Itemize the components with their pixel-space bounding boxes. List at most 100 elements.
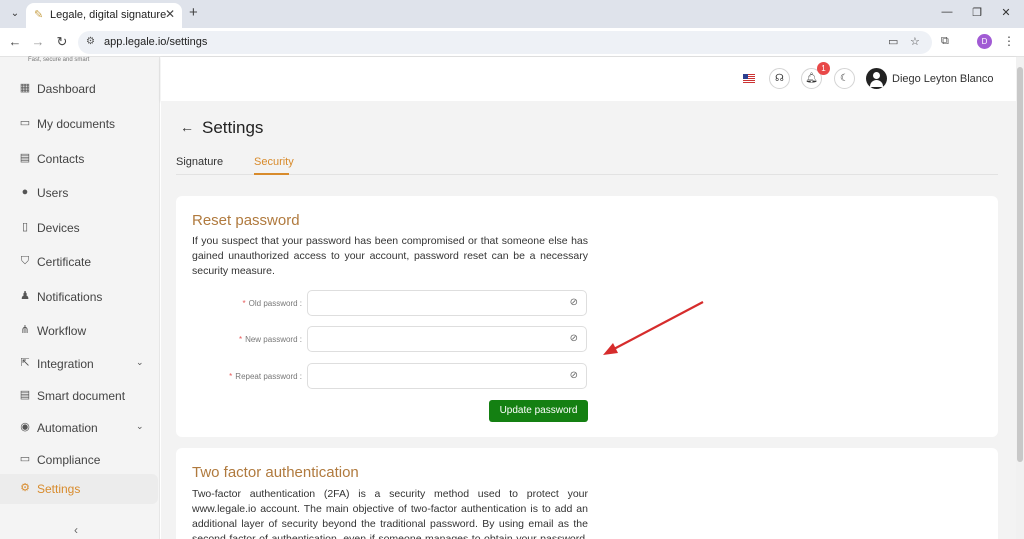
minimize-icon[interactable]: —: [940, 6, 954, 18]
sidebar-item-notifications[interactable]: ♟ Notifications: [0, 282, 158, 312]
new-tab-icon[interactable]: +: [189, 5, 198, 21]
automation-icon: ◉: [20, 421, 30, 433]
site-info-icon[interactable]: ⚙: [86, 36, 95, 47]
logo-tagline: Fast, secure and smart: [28, 57, 90, 63]
sidebar-item-label: Dashboard: [37, 82, 96, 96]
sidebar-item-label: Contacts: [37, 152, 85, 166]
reload-icon[interactable]: ↻: [54, 34, 70, 50]
bell-icon: ♟: [20, 290, 30, 302]
browser-tab[interactable]: ✎ Legale, digital signature ✕: [26, 3, 182, 28]
browser-menu-icon[interactable]: ⋮: [1003, 34, 1015, 48]
annotation-arrow-shaft: [611, 301, 704, 351]
eye-invisible-icon[interactable]: ⊘: [570, 370, 578, 381]
user-avatar[interactable]: [866, 68, 887, 89]
support-headset-icon[interactable]: ☊: [769, 68, 790, 89]
reset-password-card: Reset password If you suspect that your …: [176, 196, 998, 437]
new-password-label: * New password :: [238, 335, 302, 344]
notification-count-badge: 1: [817, 62, 830, 75]
reset-password-description: If you suspect that your password has be…: [192, 235, 588, 277]
cast-icon[interactable]: ▭: [888, 35, 898, 48]
browser-tabstrip: ⌄ ✎ Legale, digital signature ✕ + — ❐ ✕: [0, 0, 1024, 28]
app-header: ☊ 🔔︎ 1 ☾ Diego Leyton Blanco: [161, 57, 1016, 101]
folder-icon: ▭: [19, 117, 31, 129]
sidebar-item-compliance[interactable]: ▭ Compliance: [0, 445, 158, 475]
reset-password-title: Reset password: [192, 212, 300, 229]
sidebar-item-label: Certificate: [37, 255, 92, 269]
gear-icon: ⚙: [20, 482, 30, 494]
sidebar-item-label: Settings: [37, 482, 81, 496]
annotation-arrow-head: [603, 343, 618, 355]
sidebar-item-users[interactable]: ● Users: [0, 178, 158, 208]
annotation-arrow: [603, 301, 704, 355]
dashboard-icon: ▦: [19, 82, 31, 94]
restore-icon[interactable]: ❐: [970, 6, 984, 19]
address-bar[interactable]: ⚙ app.legale.io/settings ▭ ☆: [78, 31, 932, 54]
sidebar-item-label: Notifications: [37, 290, 103, 304]
sidebar: Fast, secure and smart ▦ Dashboard ▭ My doc…: [0, 57, 160, 539]
sidebar-item-settings[interactable]: ⚙ Settings: [0, 474, 158, 504]
sidebar-item-my-documents[interactable]: ▭ My documents: [0, 109, 158, 139]
forward-icon[interactable]: →: [30, 34, 46, 49]
new-password-input[interactable]: ⊘: [307, 326, 587, 352]
tab-signature[interactable]: Signature: [176, 156, 223, 168]
sidebar-item-devices[interactable]: ▯ Devices: [0, 213, 158, 243]
repeat-password-label: * Repeat password :: [229, 372, 302, 381]
sidebar-item-label: My documents: [37, 117, 116, 131]
integration-icon: ⇱: [20, 357, 30, 369]
contacts-icon: ▤: [19, 152, 31, 164]
shield-icon: ⛉: [20, 255, 30, 267]
scrollbar-thumb[interactable]: [1017, 67, 1023, 462]
active-tab-indicator: [254, 173, 289, 175]
sidebar-item-label: Smart document: [37, 389, 126, 403]
legale-favicon-icon: ✎: [34, 9, 44, 21]
sidebar-item-label: Automation: [37, 421, 98, 435]
extensions-icon[interactable]: ⧉: [941, 35, 949, 48]
sidebar-item-automation[interactable]: ◉ Automation ⌄: [0, 413, 158, 443]
sidebar-item-smart-document[interactable]: ▤ Smart document: [0, 381, 158, 411]
device-icon: ▯: [21, 221, 29, 233]
smart-document-icon: ▤: [19, 389, 31, 401]
two-factor-description: Two-factor authentication (2FA) is a sec…: [192, 488, 588, 539]
back-arrow-icon[interactable]: ←: [180, 119, 194, 135]
tab-search-icon[interactable]: ⌄: [6, 5, 24, 23]
settings-tabs: Signature Security: [176, 148, 998, 175]
us-flag-icon[interactable]: [743, 74, 755, 83]
update-password-button[interactable]: Update password: [489, 400, 588, 422]
sidebar-item-label: Users: [37, 186, 69, 200]
chevron-down-icon[interactable]: ⌄: [136, 357, 144, 368]
chevron-down-icon[interactable]: ⌄: [136, 421, 144, 432]
browser-toolbar: ← → ↻ ⚙ app.legale.io/settings ▭ ☆ ⧉ D ⋮: [0, 28, 1024, 57]
two-factor-title: Two factor authentication: [192, 464, 359, 481]
profile-avatar[interactable]: D: [977, 34, 992, 49]
two-factor-card: Two factor authentication Two-factor aut…: [176, 448, 998, 539]
sidebar-item-label: Workflow: [37, 324, 87, 338]
eye-invisible-icon[interactable]: ⊘: [570, 297, 578, 308]
back-icon[interactable]: ←: [7, 34, 23, 49]
main-content: ← Settings Signature Security Reset pass…: [161, 101, 1016, 539]
url-text[interactable]: app.legale.io/settings: [104, 36, 207, 48]
compliance-icon: ▭: [19, 453, 31, 465]
sidebar-item-workflow[interactable]: ⋔ Workflow: [0, 316, 158, 346]
sidebar-item-integration[interactable]: ⇱ Integration ⌄: [0, 349, 158, 379]
sidebar-item-label: Devices: [37, 221, 80, 235]
sidebar-item-certificate[interactable]: ⛉ Certificate: [0, 247, 158, 277]
theme-toggle-icon[interactable]: ☾: [834, 68, 855, 89]
repeat-password-input[interactable]: ⊘: [307, 363, 587, 389]
tab-title: Legale, digital signature: [50, 9, 167, 21]
window-close-icon[interactable]: ✕: [999, 6, 1013, 19]
tab-close-icon[interactable]: ✕: [165, 7, 175, 21]
sidebar-item-label: Integration: [37, 357, 94, 371]
sidebar-item-label: Compliance: [37, 453, 101, 467]
sidebar-item-dashboard[interactable]: ▦ Dashboard: [0, 74, 158, 104]
collapse-sidebar-icon[interactable]: ‹: [74, 523, 78, 537]
eye-invisible-icon[interactable]: ⊘: [570, 333, 578, 344]
user-name[interactable]: Diego Leyton Blanco: [892, 73, 994, 85]
user-icon: ●: [21, 186, 29, 198]
tab-security[interactable]: Security: [254, 156, 294, 168]
page-scrollbar[interactable]: [1016, 57, 1024, 539]
old-password-input[interactable]: ⊘: [307, 290, 587, 316]
bookmark-star-icon[interactable]: ☆: [910, 35, 920, 48]
old-password-label: * Old password :: [242, 299, 302, 308]
sidebar-item-contacts[interactable]: ▤ Contacts: [0, 144, 158, 174]
page-title: Settings: [202, 118, 264, 137]
